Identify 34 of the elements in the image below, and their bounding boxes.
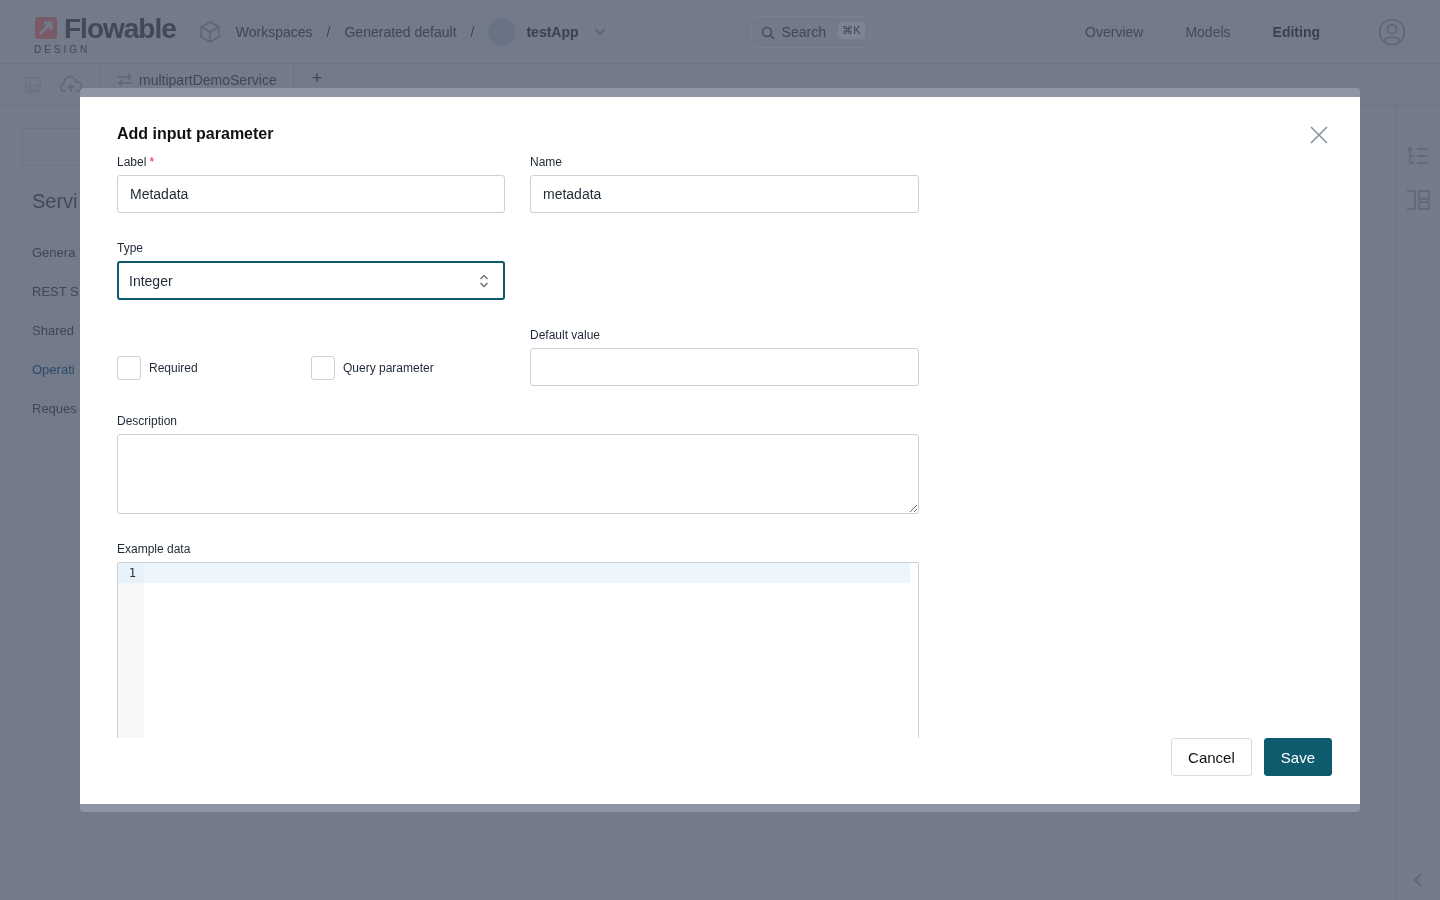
field-label: Type [117, 241, 144, 255]
code-editor[interactable]: 1 [117, 562, 919, 738]
search-icon [760, 25, 775, 40]
default-value-input[interactable] [530, 348, 919, 386]
save-button[interactable]: Save [1263, 738, 1332, 776]
close-icon[interactable] [1310, 126, 1328, 144]
app-selector[interactable]: testApp [526, 23, 579, 40]
breadcrumb-separator: / [326, 23, 331, 40]
cancel-button[interactable]: Cancel [1171, 738, 1252, 776]
shortcut-hint: ⌘K [838, 21, 865, 39]
cloud-upload-icon[interactable] [60, 76, 82, 94]
checkbox-label: Required [149, 361, 198, 375]
description-textarea[interactable] [117, 434, 919, 514]
swap-arrows-icon [117, 73, 133, 87]
breadcrumb-separator: / [470, 23, 475, 40]
line-number: 1 [118, 563, 144, 583]
nav-link[interactable]: Editing [1272, 23, 1320, 40]
checkbox[interactable] [311, 356, 335, 380]
field-label: Description [117, 414, 179, 428]
field-label: Label [117, 155, 147, 169]
dialog-title: Add input parameter [117, 125, 274, 143]
label-input[interactable]: Metadata [117, 175, 505, 213]
name-input[interactable]: metadata [530, 175, 919, 213]
required-mark: * [149, 155, 155, 169]
checkbox-label: Query parameter [343, 361, 434, 375]
add-tab-button[interactable]: + [311, 69, 323, 87]
checkbox[interactable] [117, 356, 141, 380]
field-label: Name [530, 155, 563, 169]
logo-icon [34, 16, 58, 40]
sidebar-item[interactable]: Operati [32, 362, 75, 377]
field-label: Example data [117, 542, 192, 556]
field-label: Default value [530, 328, 602, 342]
up-down-caret-icon [479, 272, 489, 289]
type-select[interactable]: Integer [117, 261, 505, 300]
